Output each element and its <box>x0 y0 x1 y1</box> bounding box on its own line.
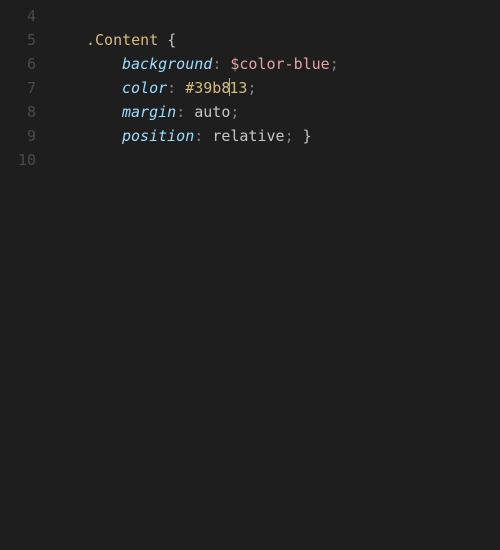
css-property: background <box>122 55 212 73</box>
code-line[interactable]: background: $color-blue; <box>50 52 500 76</box>
css-property: margin <box>122 103 176 121</box>
colon: : <box>176 103 185 121</box>
colon: : <box>167 79 176 97</box>
css-property: position <box>122 127 194 145</box>
css-value: auto <box>194 103 230 121</box>
line-number: 10 <box>0 148 36 172</box>
line-number: 5 <box>0 28 36 52</box>
line-number: 8 <box>0 100 36 124</box>
code-line[interactable] <box>50 4 500 28</box>
semicolon: ; <box>247 79 256 97</box>
css-property: color <box>122 79 167 97</box>
semicolon: ; <box>330 55 339 73</box>
brace-open: { <box>167 31 176 49</box>
code-area[interactable]: .Content {background: $color-blue;color:… <box>50 0 500 550</box>
code-line[interactable]: .Content { <box>50 28 500 52</box>
code-line[interactable]: color: #39b813; <box>50 76 500 100</box>
code-line[interactable] <box>50 148 500 172</box>
line-number: 4 <box>0 4 36 28</box>
semicolon: ; <box>285 127 294 145</box>
semicolon: ; <box>230 103 239 121</box>
brace-close: } <box>303 127 312 145</box>
code-line[interactable]: margin: auto; <box>50 100 500 124</box>
line-number-gutter: 45678910 <box>0 0 50 550</box>
css-value: $color-blue <box>230 55 329 73</box>
line-number: 6 <box>0 52 36 76</box>
css-selector: .Content <box>86 31 158 49</box>
colon: : <box>194 127 203 145</box>
code-editor[interactable]: 45678910 .Content {background: $color-bl… <box>0 0 500 550</box>
css-value: relative <box>212 127 284 145</box>
code-line[interactable]: position: relative; } <box>50 124 500 148</box>
line-number: 9 <box>0 124 36 148</box>
css-value: #39b8 <box>185 79 230 97</box>
line-number: 7 <box>0 76 36 100</box>
colon: : <box>212 55 221 73</box>
